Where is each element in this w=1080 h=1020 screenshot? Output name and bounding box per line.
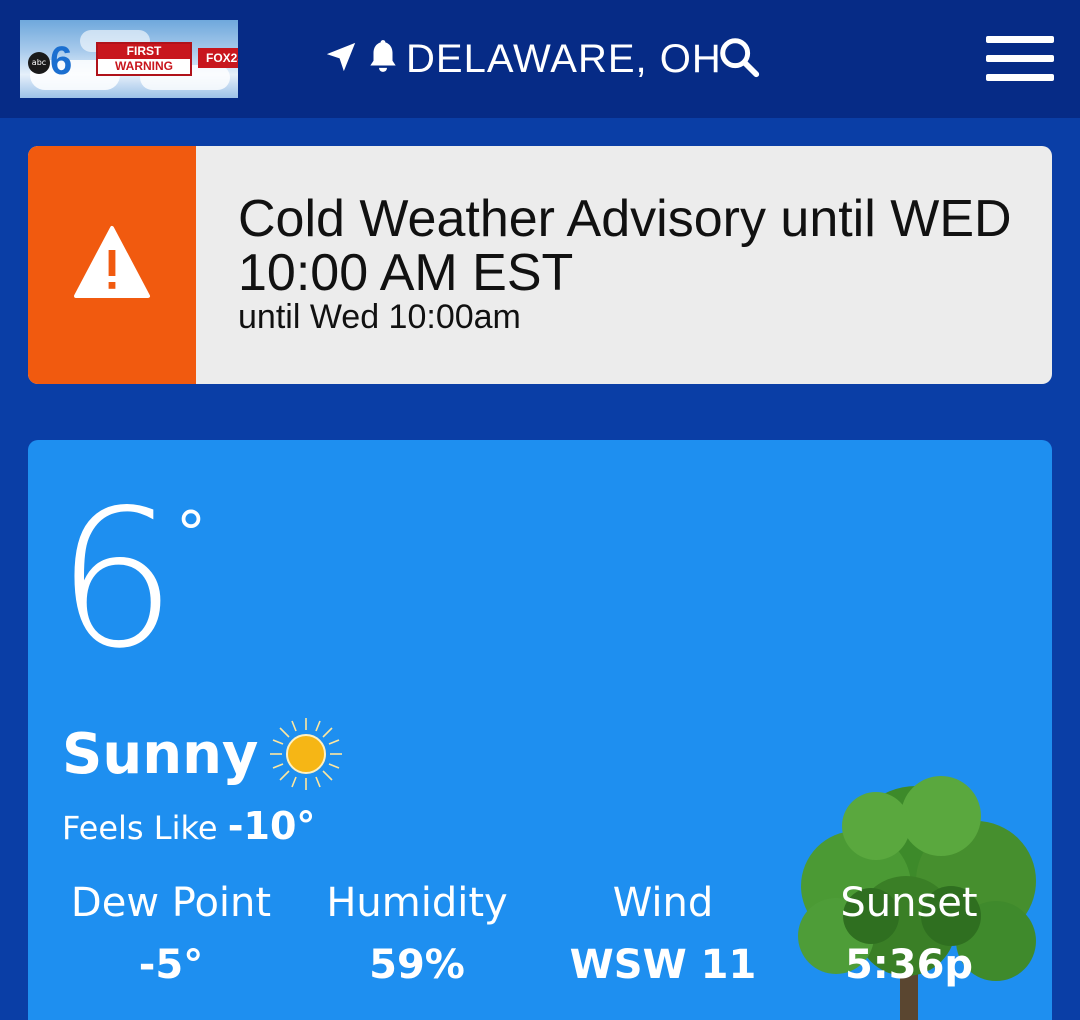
partner-logo: FOX28 <box>198 48 238 68</box>
stat-value: 5:36p <box>844 942 974 988</box>
stat-label: Humidity <box>326 880 508 926</box>
weather-alert-banner[interactable]: Cold Weather Advisory until WED 10:00 AM… <box>28 146 1052 384</box>
stat-sunset: Sunset 5:36p <box>784 876 1034 1000</box>
stat-value: WSW 11 <box>569 942 757 988</box>
first-warning-badge: FIRST WARNING <box>96 42 192 76</box>
feels-like-label: Feels Like <box>62 809 218 847</box>
app-header: abc 6 FIRST WARNING FOX28 DELAWARE, OH <box>0 0 1080 118</box>
current-conditions-card[interactable]: 6 ° Sunny Feels Like -10° Dew Point -5° … <box>28 440 1052 1020</box>
channel-number: 6 <box>50 39 73 83</box>
brand-line-1: FIRST <box>98 44 190 59</box>
sun-icon <box>270 718 342 790</box>
stat-value: -5° <box>138 942 204 988</box>
search-icon[interactable] <box>716 34 762 80</box>
stat-label: Wind <box>612 880 714 926</box>
warning-icon <box>74 226 150 298</box>
alert-stripe <box>28 146 196 384</box>
location-label[interactable]: DELAWARE, OH <box>406 34 722 84</box>
location-arrow-icon[interactable] <box>324 40 358 74</box>
stat-label: Sunset <box>840 880 978 926</box>
stat-dew-point: Dew Point -5° <box>46 876 296 1000</box>
stat-wind: Wind WSW 11 <box>538 876 788 1000</box>
stat-label: Dew Point <box>70 880 272 926</box>
network-logo: abc <box>28 52 50 74</box>
temperature-degree: ° <box>176 499 206 569</box>
feels-like: Feels Like -10° <box>62 804 315 848</box>
stat-value: 59% <box>369 942 465 988</box>
station-logo[interactable]: abc 6 FIRST WARNING FOX28 <box>20 20 238 98</box>
current-temperature: 6 <box>56 469 177 690</box>
alert-subtitle: until Wed 10:00am <box>238 298 521 336</box>
hamburger-menu-icon[interactable] <box>986 36 1056 82</box>
stat-humidity: Humidity 59% <box>292 876 542 1000</box>
alert-title: Cold Weather Advisory until WED 10:00 AM… <box>238 190 1012 302</box>
condition-label: Sunny <box>62 722 259 787</box>
bell-icon[interactable] <box>364 36 402 76</box>
brand-line-2: WARNING <box>115 59 173 73</box>
feels-like-value: -10° <box>227 804 316 848</box>
